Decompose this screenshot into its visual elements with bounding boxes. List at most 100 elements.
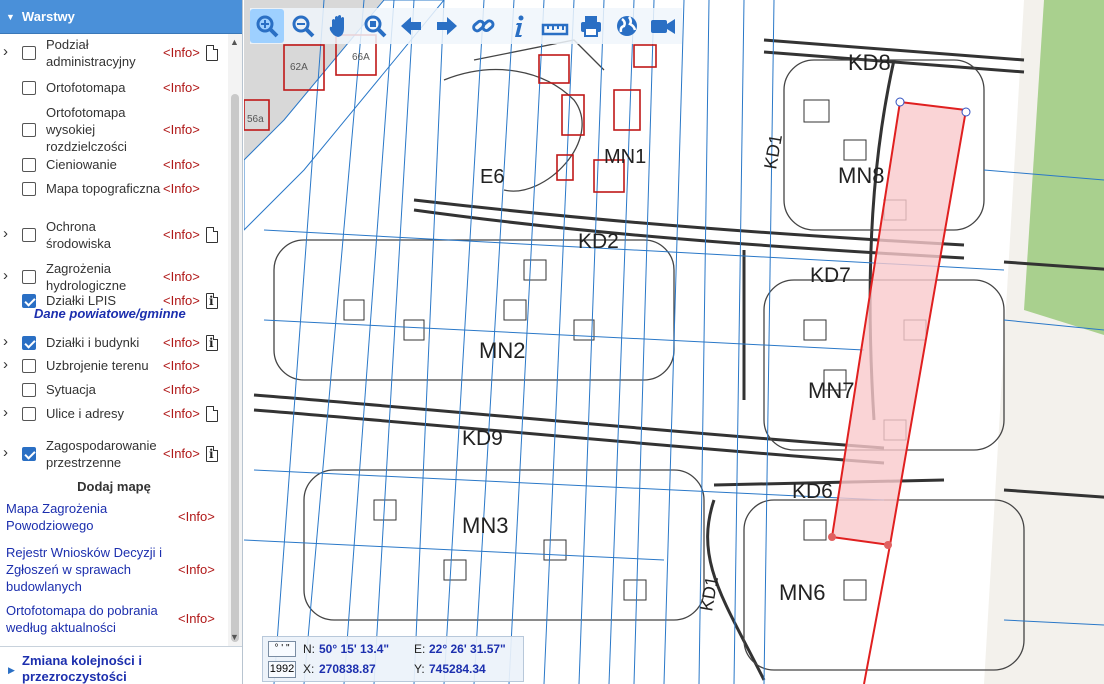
layer-checkbox[interactable] (22, 407, 36, 421)
expand-chevron-icon[interactable]: › (3, 357, 8, 372)
layers-panel-header[interactable]: ▼ Warstwy (0, 0, 242, 34)
add-map-info-link[interactable]: <Info> (178, 611, 215, 626)
document-info-icon[interactable] (206, 293, 218, 309)
zoom-in-icon[interactable] (250, 9, 284, 43)
e-value: 22° 26' 31.57" (429, 642, 506, 656)
back-arrow-icon[interactable] (394, 9, 428, 43)
pan-hand-icon[interactable] (322, 9, 356, 43)
add-map-item[interactable]: Rejestr Wniosków Decyzji i Zgłoszeń w sp… (6, 544, 234, 596)
parcel-grid (244, 0, 1104, 684)
layer-info-link[interactable]: <Info> (163, 80, 200, 95)
layer-info-link[interactable]: <Info> (163, 269, 200, 284)
map-canvas[interactable]: KD8 MN8 KD1 MN1 E6 KD2 KD7 MN2 MN7 KD9 K… (244, 0, 1104, 684)
expand-chevron-icon[interactable]: › (3, 44, 8, 59)
layer-row[interactable]: › Działki i budynki <Info> (0, 334, 228, 352)
layer-list: › Podział administracyjny <Info> Ortofotoma… (0, 34, 228, 478)
layer-label: Sytuacja (46, 382, 96, 397)
add-map-item[interactable]: Ortofotomapa do pobrania według aktualno… (6, 602, 234, 636)
forward-arrow-icon[interactable] (430, 9, 464, 43)
measure-ruler-icon[interactable] (538, 9, 572, 43)
layer-checkbox[interactable] (22, 81, 36, 95)
scroll-up-icon[interactable]: ▲ (230, 37, 239, 47)
layer-checkbox[interactable] (22, 158, 36, 172)
layer-info-link[interactable]: <Info> (163, 446, 200, 461)
document-icon[interactable] (206, 227, 218, 243)
layer-info-link[interactable]: <Info> (163, 382, 200, 397)
layer-row[interactable]: › Zagospodarowanie przestrzenne <Info> (0, 437, 228, 471)
add-map-link[interactable]: Mapa Zagrożenia Powodziowego (6, 500, 171, 534)
map-label: 62A (290, 62, 308, 73)
add-map-info-link[interactable]: <Info> (178, 562, 215, 577)
zoom-out-icon[interactable] (286, 9, 320, 43)
add-map-link[interactable]: Ortofotomapa do pobrania według aktualno… (6, 602, 171, 636)
layer-checkbox[interactable] (22, 182, 36, 196)
layer-row[interactable]: Mapa topograficzna <Info> (0, 180, 228, 198)
dms-format-button[interactable]: ° ' " (268, 641, 296, 657)
layer-row[interactable]: › Ulice i adresy <Info> (0, 405, 228, 423)
layer-order-section[interactable]: ▶ Zmiana kolejności i przezroczystości (0, 646, 242, 684)
layer-info-link[interactable]: <Info> (163, 157, 200, 172)
layer-row[interactable]: › Zagrożenia hydrologiczne <Info> (0, 260, 228, 294)
zoom-extent-icon[interactable] (358, 9, 392, 43)
document-icon[interactable] (206, 45, 218, 61)
y-value: 745284.34 (429, 662, 486, 676)
layer-row[interactable]: Ortofotomapa <Info> (0, 79, 228, 97)
map-toolbar (250, 8, 682, 44)
video-icon[interactable] (646, 9, 680, 43)
layer-checkbox[interactable] (22, 228, 36, 242)
layer-info-link[interactable]: <Info> (163, 358, 200, 373)
layer-info-link[interactable]: <Info> (163, 181, 200, 196)
layer-label: Ulice i adresy (46, 406, 125, 421)
globe-icon[interactable] (610, 9, 644, 43)
add-map-info-link[interactable]: <Info> (178, 509, 215, 524)
document-info-icon[interactable] (206, 335, 218, 351)
layer-label: Mapa topograficzna (46, 181, 161, 196)
add-map-item[interactable]: Mapa Zagrożenia Powodziowego <Info> (6, 500, 234, 534)
layer-row[interactable]: › Uzbrojenie terenu <Info> (0, 357, 228, 375)
expand-triangle-icon: ▶ (8, 665, 15, 675)
x-label: X: (303, 662, 315, 676)
map-label: KD2 (578, 230, 619, 253)
layer-row[interactable]: › Podział administracyjny <Info> (0, 36, 228, 70)
layer-row[interactable]: Cieniowanie <Info> (0, 156, 228, 174)
layer-checkbox[interactable] (22, 123, 36, 137)
info-icon[interactable] (502, 9, 536, 43)
layer-checkbox[interactable] (22, 383, 36, 397)
group-label: Dane powiatowe/gminne (34, 306, 186, 321)
layer-order-label[interactable]: Zmiana kolejności i przezroczystości (22, 653, 202, 684)
expand-chevron-icon[interactable]: › (3, 334, 8, 349)
layer-row[interactable]: › Ochrona środowiska <Info> (0, 218, 228, 252)
expand-chevron-icon[interactable]: › (3, 405, 8, 420)
print-icon[interactable] (574, 9, 608, 43)
add-map-link[interactable]: Rejestr Wniosków Decyzji i Zgłoszeń w sp… (6, 544, 171, 595)
n-value: 50° 15' 13.4" (319, 642, 390, 656)
layer-checkbox[interactable] (22, 270, 36, 284)
layer-row[interactable]: Sytuacja <Info> (0, 381, 228, 399)
n-label: N: (303, 642, 315, 656)
layer-checkbox[interactable] (22, 46, 36, 60)
layer-info-link[interactable]: <Info> (163, 45, 200, 60)
map-label: E6 (480, 166, 504, 188)
layer-info-link[interactable]: <Info> (163, 406, 200, 421)
map-label: KD8 (848, 50, 891, 75)
layer-checkbox[interactable] (22, 336, 36, 350)
document-icon[interactable] (206, 406, 218, 422)
layer-label: Ortofotomapa (46, 80, 126, 95)
map-label: MN1 (604, 146, 646, 168)
crs-selector[interactable]: 1992 (268, 661, 296, 678)
layer-label: Działki i budynki (46, 335, 140, 350)
layer-checkbox[interactable] (22, 359, 36, 373)
expand-chevron-icon[interactable]: › (3, 445, 8, 460)
coordinates-panel: ° ' " 1992 N: 50° 15' 13.4" E: 22° 26' 3… (262, 636, 524, 682)
map-label: KD9 (462, 427, 503, 450)
layer-checkbox[interactable] (22, 447, 36, 461)
expand-chevron-icon[interactable]: › (3, 268, 8, 283)
layer-info-link[interactable]: <Info> (163, 335, 200, 350)
layer-info-link[interactable]: <Info> (163, 122, 200, 137)
layer-info-link[interactable]: <Info> (163, 227, 200, 242)
e-label: E: (414, 642, 426, 656)
link-icon[interactable] (466, 9, 500, 43)
expand-chevron-icon[interactable]: › (3, 226, 8, 241)
document-info-icon[interactable] (206, 446, 218, 462)
layer-row[interactable]: Ortofotomapa wysokiej rozdzielczości <Inf… (0, 104, 228, 156)
